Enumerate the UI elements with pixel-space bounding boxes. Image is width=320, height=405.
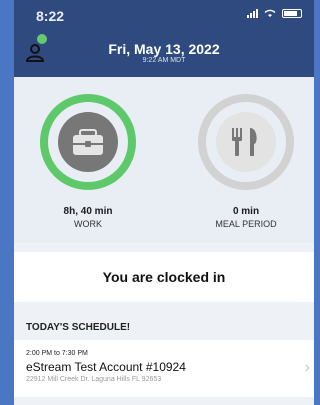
meal-gauge[interactable]: 0 min MEAL PERIOD [196,92,296,229]
meal-ring [198,94,294,190]
header: 8:22 Fri, May 13, 2022 9:22 AM MDT [14,0,314,77]
wifi-icon [264,9,276,17]
bottom-strip [14,397,314,405]
schedule-time: 2:00 PM to 7:30 PM [26,350,88,357]
schedule-address: 22912 Mill Creek Dr. Laguna Hills FL 926… [26,376,162,383]
time-gauges: 8h, 40 min WORK 0 min MEAL PERIOD [14,77,314,243]
clock-status: You are clocked in [14,252,314,302]
meal-label: MEAL PERIOD [215,219,277,229]
schedule-account: eStream Test Account #10924 [26,360,186,374]
work-gauge[interactable]: 8h, 40 min WORK [38,92,138,229]
battery-icon [282,9,302,18]
chevron-right-icon: › [304,359,310,376]
header-date: Fri, May 13, 2022 [108,41,220,57]
work-label: WORK [74,219,102,229]
schedule-heading: TODAY'S SCHEDULE! [26,322,131,333]
status-time: 8:22 [36,8,65,24]
work-ring [40,94,136,190]
status-icons [247,9,302,18]
app-screen: 8:22 Fri, May 13, 2022 9:22 AM MDT 8h, 4… [14,0,314,405]
schedule-item[interactable]: 2:00 PM to 7:30 PM eStream Test Account … [14,340,314,397]
header-time: 9:22 AM MDT [142,57,186,64]
work-duration: 8h, 40 min [63,206,113,217]
meal-duration: 0 min [232,206,260,217]
signal-icon [247,9,258,18]
